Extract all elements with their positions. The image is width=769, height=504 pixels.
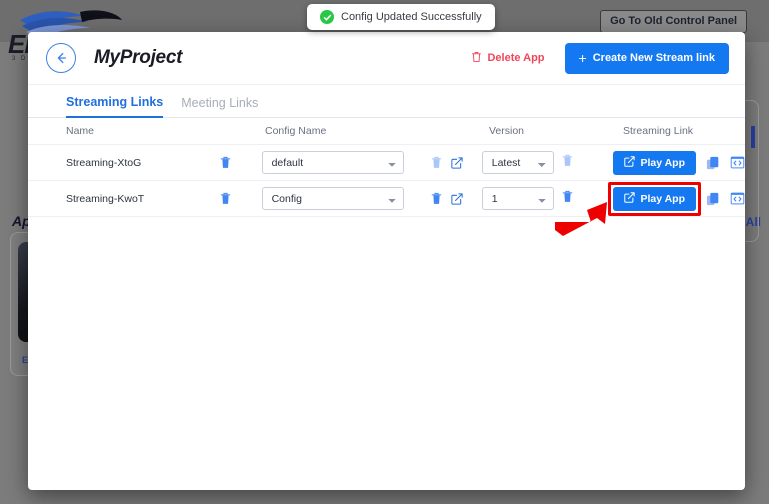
embed-code-icon[interactable]	[730, 192, 745, 205]
tab-bar: Streaming Links Meeting Links	[28, 85, 745, 118]
column-header-streaming-link: Streaming Link	[623, 125, 745, 137]
copy-icon[interactable]	[706, 192, 720, 206]
table-row: Streaming-KwoT Config	[28, 181, 745, 217]
play-app-wrapper: Play App	[613, 151, 696, 175]
external-link-icon	[624, 156, 635, 170]
play-app-label: Play App	[640, 193, 685, 205]
create-new-stream-link-label: Create New Stream link	[593, 52, 715, 64]
trash-icon	[471, 51, 482, 66]
copy-icon[interactable]	[706, 156, 720, 170]
edit-square-icon[interactable]	[451, 157, 463, 169]
arrow-left-circle-icon[interactable]	[46, 43, 76, 73]
app-detail-modal: MyProject Delete App + Create New Stream…	[28, 32, 745, 490]
tab-streaming-links[interactable]: Streaming Links	[66, 95, 163, 118]
trash-icon[interactable]	[220, 192, 231, 205]
check-circle-icon	[320, 10, 334, 24]
background-right-accent	[751, 126, 755, 148]
trash-icon[interactable]	[431, 156, 442, 169]
column-header-config-name: Config Name	[265, 125, 437, 137]
external-link-icon	[624, 192, 635, 206]
toast-notification: Config Updated Successfully	[307, 4, 495, 30]
modal-header: MyProject Delete App + Create New Stream…	[28, 32, 745, 85]
trash-icon[interactable]	[431, 192, 442, 205]
config-name-select[interactable]: Config	[262, 187, 404, 210]
delete-app-label: Delete App	[487, 52, 544, 64]
play-app-button[interactable]: Play App	[613, 187, 696, 211]
version-select[interactable]: 1	[482, 187, 554, 210]
table-row: Streaming-XtoG default	[28, 145, 745, 181]
trash-icon[interactable]	[562, 190, 573, 203]
trash-icon[interactable]	[562, 154, 573, 167]
edit-square-icon[interactable]	[451, 193, 463, 205]
version-select[interactable]: Latest	[482, 151, 554, 174]
background-brand-sub: 3 D	[12, 56, 27, 62]
plus-icon: +	[579, 51, 587, 65]
go-to-old-control-panel-button[interactable]: Go To Old Control Panel	[600, 10, 747, 33]
play-app-button[interactable]: Play App	[613, 151, 696, 175]
toast-message: Config Updated Successfully	[341, 11, 482, 23]
trash-icon[interactable]	[220, 156, 231, 169]
stream-links-table: Name Config Name Version Streaming Link …	[28, 118, 745, 490]
table-header-row: Name Config Name Version Streaming Link	[28, 118, 745, 145]
row-name: Streaming-XtoG	[28, 157, 220, 169]
play-app-wrapper-highlighted: Play App	[613, 187, 696, 211]
delete-app-button[interactable]: Delete App	[471, 51, 544, 66]
config-name-select[interactable]: default	[262, 151, 404, 174]
create-new-stream-link-button[interactable]: + Create New Stream link	[565, 43, 729, 74]
embed-code-icon[interactable]	[730, 156, 745, 169]
column-header-name: Name	[28, 125, 223, 137]
tab-meeting-links[interactable]: Meeting Links	[181, 96, 258, 117]
play-app-label: Play App	[640, 157, 685, 169]
page-title: MyProject	[94, 47, 182, 69]
row-name: Streaming-KwoT	[28, 193, 220, 205]
column-header-version: Version	[489, 125, 571, 137]
